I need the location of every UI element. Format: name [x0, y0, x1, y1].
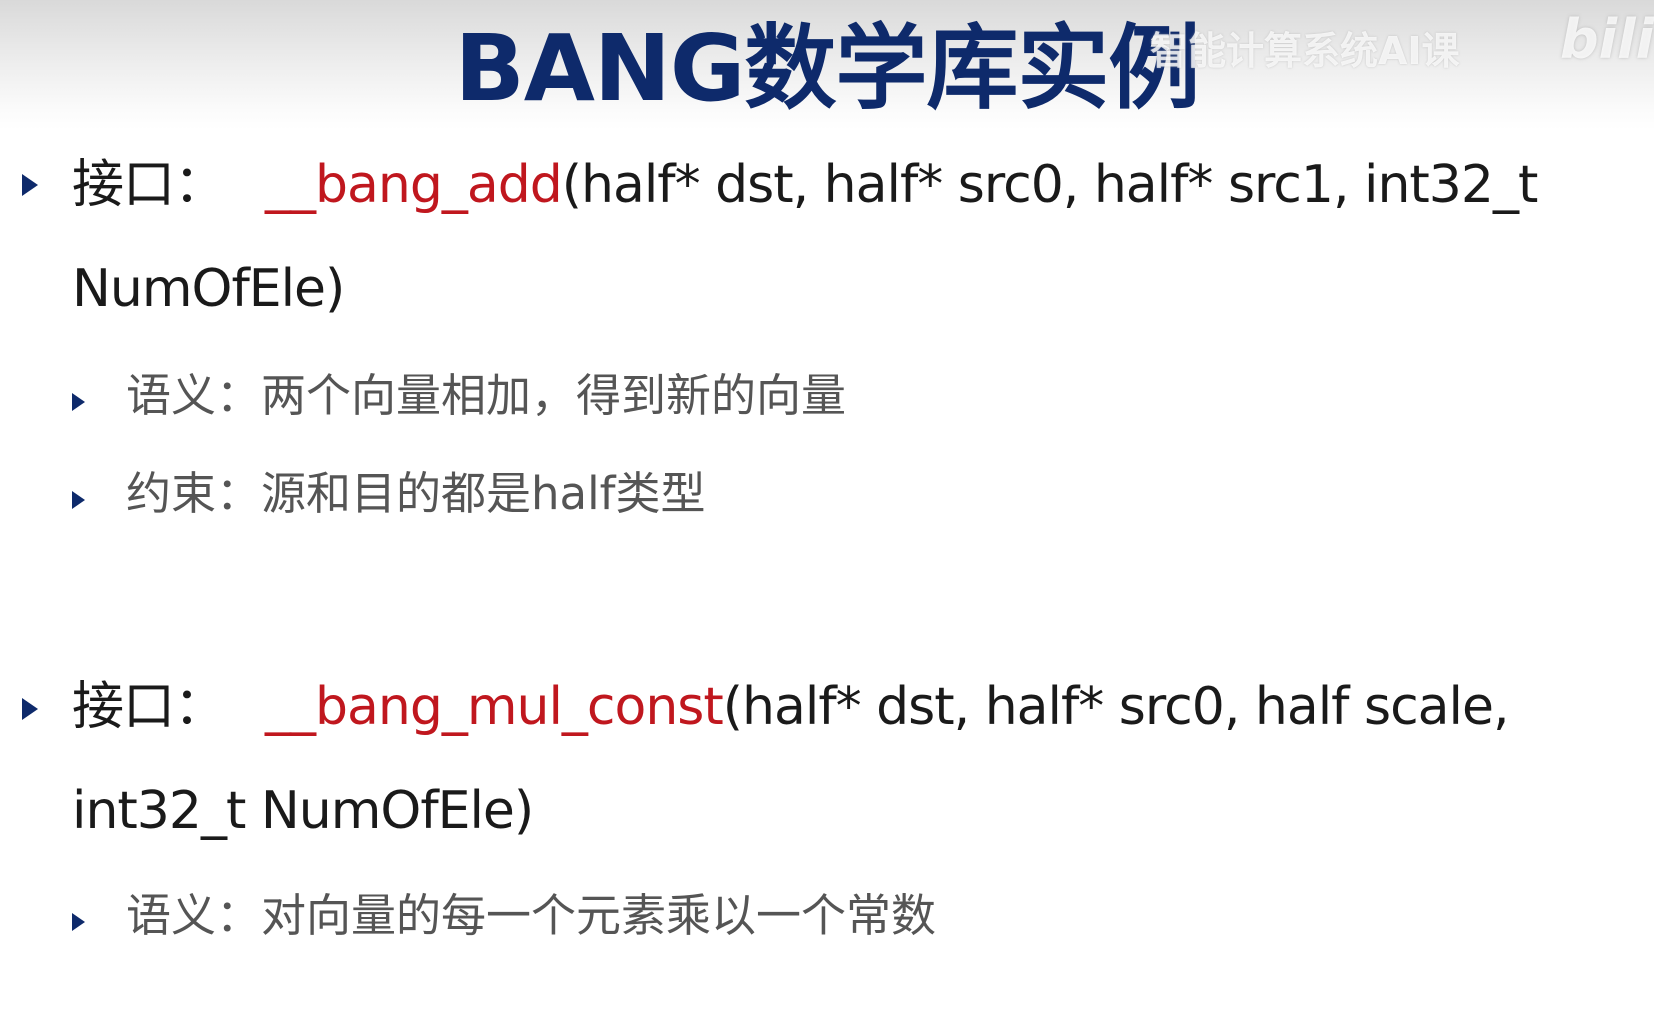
sub-bullet-triangle-icon	[72, 913, 85, 931]
interface-label: 接口：	[72, 155, 226, 215]
sub-bullet-triangle-icon	[72, 393, 85, 411]
sub-bullet-triangle-icon	[72, 491, 85, 509]
channel-watermark: 智能计算系统AI课	[1150, 29, 1460, 73]
function-signature: (half* dst, half* src0, half* src1, int3…	[561, 155, 1539, 215]
semantics-text: 语义：两个向量相加，得到新的向量	[126, 369, 847, 422]
constraint-text: 约束：源和目的都是half类型	[126, 467, 706, 520]
interface-line-2: 接口： __bang_mul_const(half* dst, half* src…	[72, 676, 1509, 738]
slide: BANG数学库实例 智能计算系统AI课 bili 接口： __bang_add(h…	[0, 0, 1654, 1020]
bullet-triangle-icon	[22, 698, 38, 720]
bilibili-logo: bili	[1560, 8, 1654, 71]
semantics-text: 语义：对向量的每一个元素乘以一个常数	[126, 889, 937, 942]
function-signature-continued: int32_t NumOfEle)	[72, 781, 534, 841]
interface-label: 接口：	[72, 677, 226, 737]
function-signature-continued: NumOfEle)	[72, 259, 345, 319]
function-signature: (half* dst, half* src0, half scale,	[722, 677, 1510, 737]
function-name: __bang_mul_const	[265, 677, 724, 737]
bullet-triangle-icon	[22, 174, 38, 196]
interface-line-1: 接口： __bang_add(half* dst, half* src0, hal…	[72, 154, 1539, 216]
function-name: __bang_add	[265, 155, 563, 215]
